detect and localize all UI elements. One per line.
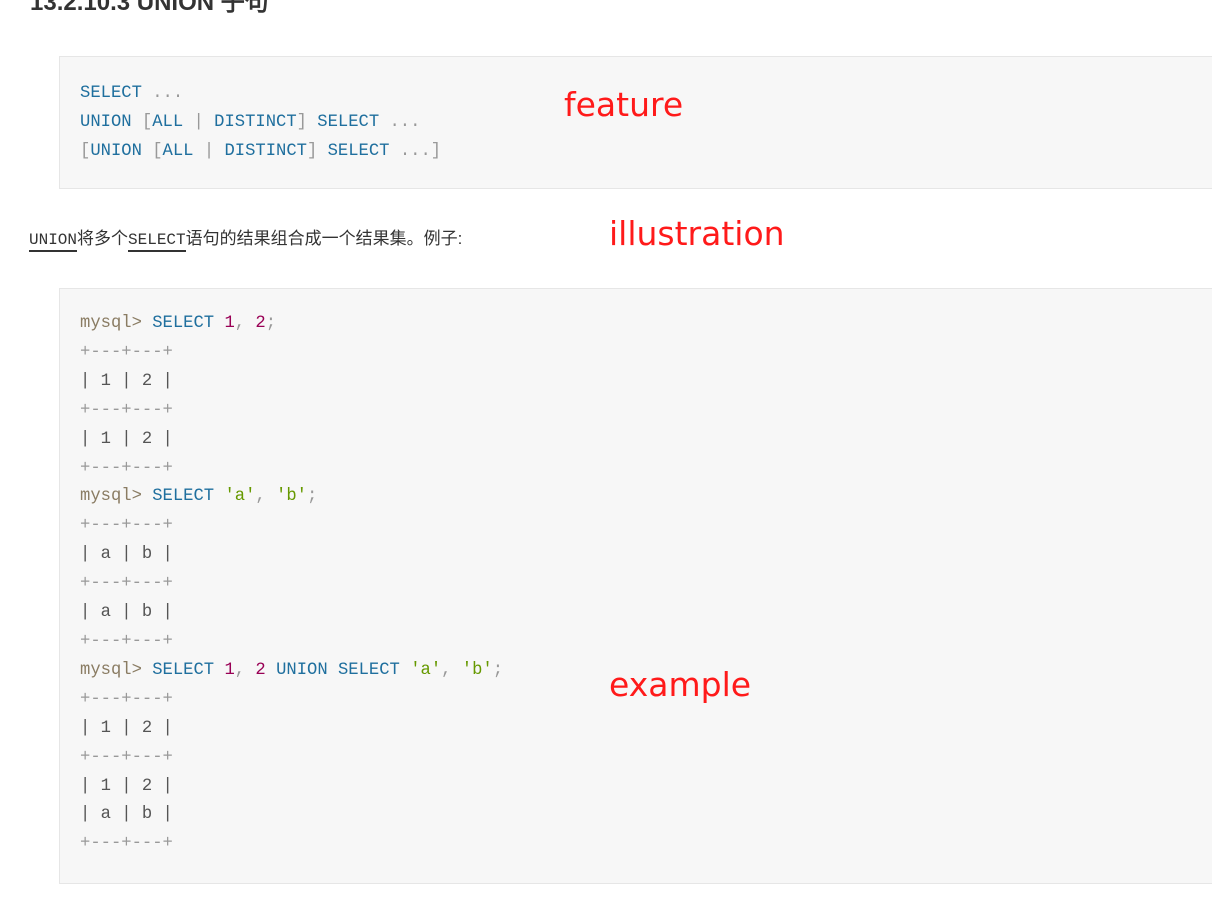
example-code: mysql> SELECT 1, 2; +---+---+ | 1 | 2 | … xyxy=(80,310,503,859)
example-code-block: mysql> SELECT 1, 2; +---+---+ | 1 | 2 | … xyxy=(59,288,1212,884)
table-border: +---+---+ xyxy=(80,834,173,854)
syntax-line-3: [UNION [ALL | DISTINCT] SELECT ...] xyxy=(80,142,442,161)
table-border: +---+---+ xyxy=(80,747,173,767)
table-row: | 1 | 2 | xyxy=(80,776,173,796)
select-link[interactable]: SELECT xyxy=(128,231,186,252)
table-border: +---+---+ xyxy=(80,689,173,709)
query-line-2: mysql> SELECT 'a', 'b'; xyxy=(80,487,318,507)
table-border: +---+---+ xyxy=(80,342,173,362)
table-row: | 1 | 2 | xyxy=(80,718,173,738)
query-line-3: mysql> SELECT 1, 2 UNION SELECT 'a', 'b'… xyxy=(80,660,504,680)
description-paragraph: UNION将多个SELECT语句的结果组合成一个结果集。例子: xyxy=(29,226,462,253)
table-border: +---+---+ xyxy=(80,516,173,536)
description-text-1: 将多个 xyxy=(77,229,129,248)
table-row: | 1 | 2 | xyxy=(80,371,173,391)
syntax-code: SELECT ... UNION [ALL | DISTINCT] SELECT… xyxy=(80,79,441,166)
annotation-example: example xyxy=(609,665,752,704)
table-border: +---+---+ xyxy=(80,574,173,594)
annotation-feature: feature xyxy=(564,85,684,124)
table-row: | a | b | xyxy=(80,545,173,565)
table-border: +---+---+ xyxy=(80,631,173,651)
table-row: | a | b | xyxy=(80,603,173,623)
annotation-illustration: illustration xyxy=(609,214,785,253)
syntax-line-1: SELECT ... xyxy=(80,84,184,103)
description-text-2: 语句的结果组合成一个结果集。例子: xyxy=(185,229,463,248)
table-border: +---+---+ xyxy=(80,458,173,478)
query-line-1: mysql> SELECT 1, 2; xyxy=(80,314,277,333)
table-row: | a | b | xyxy=(80,805,173,825)
syntax-line-2: UNION [ALL | DISTINCT] SELECT ... xyxy=(80,113,421,132)
table-row: | 1 | 2 | xyxy=(80,429,173,449)
section-heading: 13.2.10.3 UNION 子句 xyxy=(30,0,269,16)
union-link[interactable]: UNION xyxy=(29,231,78,252)
table-border: +---+---+ xyxy=(80,400,173,420)
